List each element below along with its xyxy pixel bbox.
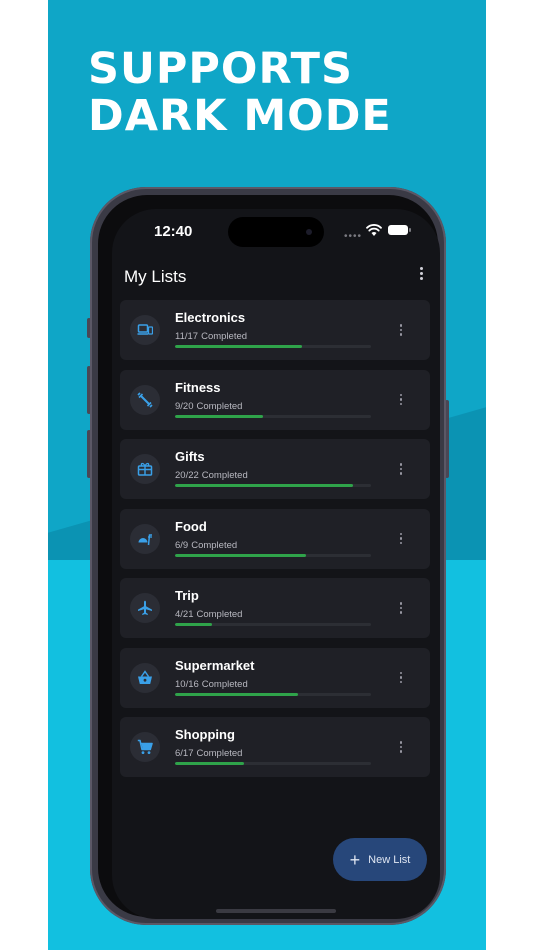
- list-item-title: Shopping: [175, 727, 235, 742]
- camera-icon: [306, 229, 312, 235]
- list-item[interactable]: Electronics 11/17 Completed: [120, 300, 430, 360]
- battery-icon: [388, 225, 411, 235]
- promo-headline: SUPPORTS DARK MODE: [88, 46, 392, 140]
- list-item-more-icon[interactable]: [398, 463, 404, 477]
- list-item-count: 20/22: [175, 470, 199, 481]
- progress-fill: [175, 345, 302, 348]
- new-list-label: New List: [368, 853, 411, 866]
- home-indicator[interactable]: [216, 909, 336, 913]
- progress-fill: [175, 762, 245, 765]
- list-item-title: Electronics: [175, 310, 246, 325]
- gift-icon: [130, 454, 160, 484]
- phone-screen: 12:40 •••• My Lists Electronics 11/17 Comp…: [112, 209, 440, 919]
- cellular-signal-icon: ••••: [344, 231, 363, 242]
- list-item[interactable]: Trip 4/21 Completed: [120, 578, 430, 638]
- list-item-more-icon[interactable]: [398, 532, 404, 547]
- list-item[interactable]: Shopping 6/17 Completed: [120, 717, 430, 777]
- list-item-more-icon[interactable]: [398, 741, 404, 755]
- list-item-count: 6/17: [175, 748, 194, 759]
- list-item-title: Supermarket: [175, 657, 255, 673]
- list-item-progress-bar: [175, 623, 371, 626]
- basket-icon: [130, 662, 160, 693]
- progress-fill: [175, 553, 306, 557]
- list-item-progress-bar: [175, 484, 371, 487]
- list-item-count: 4/21: [175, 609, 194, 620]
- more-vertical-icon[interactable]: [418, 267, 424, 285]
- progress-fill: [175, 692, 298, 696]
- list-item-status: Completed: [201, 331, 248, 342]
- list-item-count: 9/20: [175, 400, 194, 412]
- phone-frame: 12:40 •••• My Lists Electronics 11/17 Comp…: [90, 187, 446, 925]
- list-item-progress-bar: [175, 414, 371, 418]
- list-item-status: Completed: [201, 470, 248, 481]
- list-item-progress-text: 6/9 Completed: [175, 540, 237, 551]
- list-item-progress-text: 11/17 Completed: [175, 331, 247, 342]
- list-item-more-icon[interactable]: [398, 602, 404, 616]
- lists-container: Electronics 11/17 Completed Fitness 9/20 Comp…: [120, 300, 430, 787]
- devices-icon: [130, 315, 160, 345]
- list-item-more-icon[interactable]: [398, 671, 404, 686]
- list-item-status: Completed: [196, 400, 243, 412]
- list-item-progress-text: 6/17 Completed: [175, 748, 242, 759]
- cart-icon: [130, 732, 160, 762]
- list-item-count: 10/16: [175, 678, 199, 690]
- list-item-progress-text: 4/21 Completed: [175, 609, 242, 620]
- new-list-button[interactable]: + New List: [333, 838, 427, 881]
- list-item-status: Completed: [201, 678, 248, 690]
- list-item-status: Completed: [196, 748, 243, 759]
- list-item-count: 6/9: [175, 539, 189, 551]
- list-item-more-icon[interactable]: [398, 393, 404, 408]
- dynamic-island: [228, 217, 324, 247]
- fitness-icon: [130, 384, 160, 415]
- list-item-progress-text: 9/20 Completed: [175, 401, 242, 412]
- list-item-title: Fitness: [175, 379, 221, 395]
- status-time: 12:40: [154, 223, 193, 240]
- list-item-status: Completed: [196, 609, 243, 620]
- list-item[interactable]: Supermarket 10/16 Completed: [120, 647, 430, 708]
- plus-icon: +: [349, 849, 361, 870]
- list-item[interactable]: Gifts 20/22 Completed: [120, 439, 430, 499]
- food-icon: [130, 523, 160, 554]
- progress-fill: [175, 623, 213, 626]
- list-item-title: Gifts: [175, 449, 205, 464]
- headline-line-1: SUPPORTS: [88, 44, 353, 94]
- list-item-progress-text: 20/22 Completed: [175, 470, 248, 481]
- list-item-progress-bar: [175, 762, 371, 765]
- headline-line-2: DARK MODE: [88, 91, 392, 141]
- status-bar: 12:40 ••••: [112, 209, 440, 255]
- list-item-progress-bar: [175, 345, 371, 348]
- list-item-count: 11/17: [175, 331, 199, 342]
- phone-bezel: 12:40 •••• My Lists Electronics 11/17 Comp…: [98, 195, 440, 919]
- list-item-title: Trip: [175, 588, 199, 603]
- airplane-icon: [130, 593, 160, 623]
- list-item-progress-text: 10/16 Completed: [175, 679, 248, 690]
- list-item-title: Food: [175, 518, 207, 534]
- list-item-status: Completed: [191, 539, 238, 551]
- progress-fill: [175, 414, 264, 418]
- wifi-icon: [366, 224, 382, 236]
- list-item[interactable]: Food 6/9 Completed: [120, 508, 430, 569]
- page-title: My Lists: [124, 267, 187, 286]
- list-item-more-icon[interactable]: [398, 324, 404, 338]
- list-item-progress-bar: [175, 692, 371, 696]
- progress-fill: [175, 484, 354, 487]
- list-item[interactable]: Fitness 9/20 Completed: [120, 369, 430, 430]
- list-item-progress-bar: [175, 553, 371, 557]
